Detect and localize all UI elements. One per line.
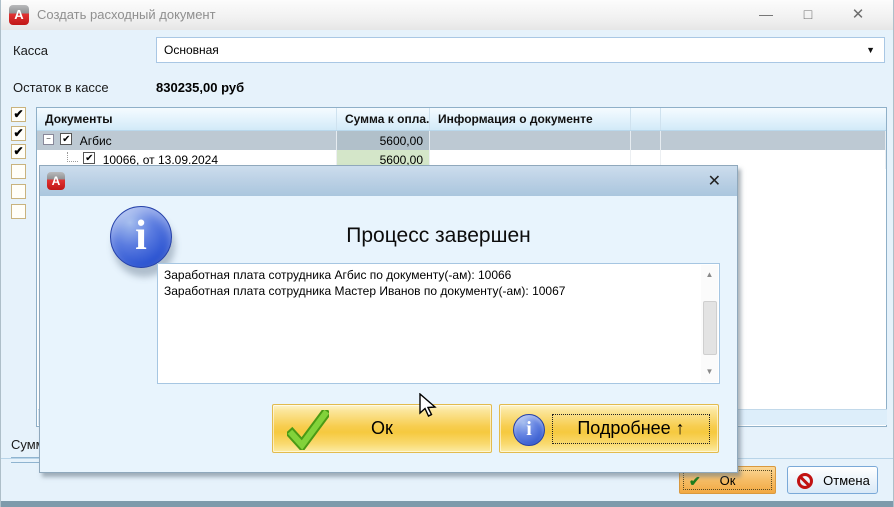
cancel-button[interactable]: Отмена (787, 466, 878, 494)
side-checkbox[interactable] (11, 126, 26, 141)
cancel-label: Отмена (816, 473, 877, 488)
document-sum: 5600,00 (337, 131, 430, 150)
side-checkbox[interactable] (11, 164, 26, 179)
column-header-sum[interactable]: Сумма к опла... (337, 108, 430, 130)
tree-connector (67, 152, 78, 162)
cancel-prohibition-icon (797, 473, 813, 489)
kassa-selected-value: Основная (164, 43, 219, 57)
column-header-info[interactable]: Информация о документе (430, 108, 631, 130)
chevron-down-icon: ▼ (866, 45, 875, 55)
kassa-select[interactable]: Основная ▼ (156, 37, 885, 63)
close-window-button[interactable]: ✕ (841, 0, 875, 29)
scroll-down-icon[interactable]: ▼ (701, 364, 718, 380)
details-button[interactable]: i Подробнее ↑ (499, 404, 719, 453)
document-info (430, 131, 631, 150)
app-logo-icon: A (9, 5, 29, 25)
create-expense-document-window: A Создать расходный документ — □ ✕ Касса… (0, 0, 894, 507)
window-bottom-border (1, 501, 893, 507)
minimize-button[interactable]: — (749, 0, 783, 29)
balance-value: 830235,00 руб (156, 80, 244, 95)
info-icon: i (513, 414, 545, 446)
message-scrollbar[interactable]: ▲ ▼ (701, 265, 718, 382)
side-checkbox[interactable] (11, 144, 26, 159)
collapse-icon[interactable]: − (43, 134, 54, 145)
row-checkbox[interactable] (60, 133, 72, 145)
column-header-empty[interactable] (661, 108, 886, 130)
dialog-heading: Процесс завершен (157, 224, 720, 248)
column-header-documents[interactable]: Документы (37, 108, 337, 130)
dialog-ok-button[interactable]: Ок (272, 404, 492, 453)
balance-label: Остаток в кассе (13, 80, 109, 95)
side-checkbox[interactable] (11, 107, 26, 122)
result-message-box[interactable]: Заработная плата сотрудника Агбис по док… (157, 263, 720, 384)
document-group-name: Агбис (80, 131, 112, 148)
side-checkbox[interactable] (11, 204, 26, 219)
result-message-line: Заработная плата сотрудника Мастер Ивано… (164, 283, 697, 299)
process-complete-dialog: A ✕ i Процесс завершен Заработная плата … (39, 165, 738, 473)
main-ok-label: Ок (680, 473, 775, 488)
window-titlebar: A Создать расходный документ — □ ✕ (1, 0, 893, 30)
result-message-line: Заработная плата сотрудника Агбис по док… (164, 267, 697, 283)
table-header: Документы Сумма к опла... Информация о д… (37, 108, 886, 131)
scrollbar-thumb[interactable] (703, 301, 717, 355)
mouse-cursor (418, 393, 440, 419)
table-row[interactable]: − Агбис 5600,00 (37, 131, 886, 150)
scroll-up-icon[interactable]: ▲ (701, 267, 718, 283)
app-logo-icon: A (47, 172, 65, 190)
details-label: Подробнее ↑ (552, 414, 710, 444)
dialog-titlebar: A ✕ (40, 166, 737, 196)
window-title: Создать расходный документ (37, 7, 216, 22)
close-dialog-button[interactable]: ✕ (708, 171, 721, 191)
row-checkbox[interactable] (83, 152, 95, 164)
maximize-button[interactable]: □ (791, 0, 825, 29)
kassa-label: Касса (13, 43, 48, 58)
column-header-empty[interactable] (631, 108, 661, 130)
dialog-ok-label: Ок (273, 418, 491, 439)
side-checkbox[interactable] (11, 184, 26, 199)
